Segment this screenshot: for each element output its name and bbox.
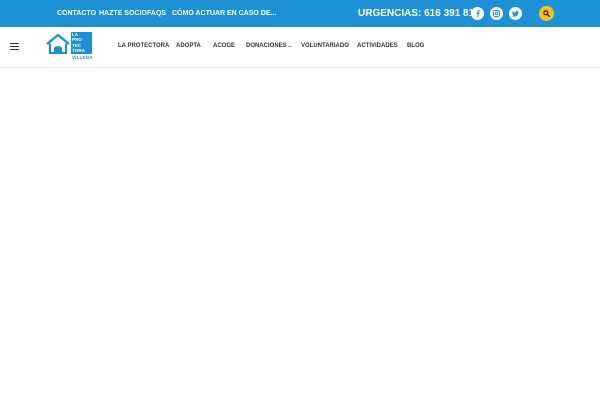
top-link-contacto[interactable]: CONTACTO: [57, 0, 96, 27]
house-icon: [46, 34, 70, 54]
logo-subtitle: VILLENA: [72, 55, 93, 60]
main-nav: LA PRO TEC TORA VILLENA LA PROTECTORA AD…: [0, 27, 600, 68]
top-bar: CONTACTO HAZTE SOCIO FAQS CÓMO ACTUAR EN…: [0, 0, 600, 27]
instagram-icon[interactable]: [490, 7, 503, 20]
nav-voluntariado[interactable]: VOLUNTARIADO: [301, 41, 349, 51]
top-link-como-actuar[interactable]: CÓMO ACTUAR EN CASO DE...: [172, 0, 276, 27]
nav-donaciones[interactable]: DONACIONES⌄: [246, 41, 292, 51]
nav-acoge[interactable]: ACOGE: [213, 41, 235, 51]
nav-blog[interactable]: BLOG: [407, 41, 424, 51]
search-button[interactable]: [539, 6, 554, 21]
twitter-icon[interactable]: [509, 7, 522, 20]
logo-wordmark: LA PRO TEC TORA: [71, 32, 92, 54]
nav-la-protectora[interactable]: LA PROTECTORA: [118, 41, 169, 51]
search-icon: [543, 10, 550, 17]
urgencias-phone: URGENCIAS: 616 391 813: [358, 8, 480, 19]
logo[interactable]: LA PRO TEC TORA VILLENA: [46, 32, 96, 62]
chevron-down-icon: ⌄: [287, 43, 292, 49]
top-link-faqs[interactable]: FAQS: [147, 0, 166, 27]
nav-actividades[interactable]: ACTIVIDADES: [357, 41, 398, 51]
nav-donaciones-label: DONACIONES: [246, 43, 287, 49]
nav-adopta[interactable]: ADOPTA: [176, 41, 201, 51]
menu-icon[interactable]: [10, 43, 19, 50]
top-link-hazte-socio[interactable]: HAZTE SOCIO: [99, 0, 147, 27]
facebook-icon[interactable]: [471, 7, 484, 20]
